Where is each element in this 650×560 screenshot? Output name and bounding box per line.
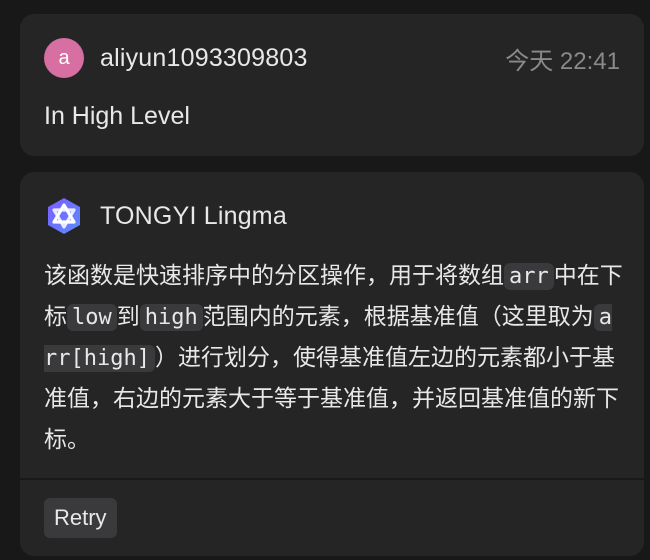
inline-code: high <box>139 304 203 331</box>
assistant-name: TONGYI Lingma <box>100 201 287 230</box>
reply-text: 到 <box>116 304 140 330</box>
chat-panel: a aliyun1093309803 今天 22:41 In High Leve… <box>0 0 650 560</box>
message-actions-bar: Retry <box>20 478 644 556</box>
retry-button[interactable]: Retry <box>44 498 117 538</box>
user-message-text: In High Level <box>44 102 190 130</box>
assistant-message-header: TONGYI Lingma <box>44 196 620 236</box>
user-message-card: a aliyun1093309803 今天 22:41 In High Leve… <box>20 14 644 156</box>
inline-code: arr <box>504 263 554 290</box>
inline-code: low <box>67 304 117 331</box>
reply-text: 范围内的元素，根据基准值（这里取为 <box>202 304 594 330</box>
reply-text: 该函数是快速排序中的分区操作，用于将数组 <box>44 263 504 289</box>
assistant-message-card: TONGYI Lingma 该函数是快速排序中的分区操作，用于将数组 arr 中在下… <box>20 172 644 556</box>
username: aliyun1093309803 <box>100 43 308 72</box>
message-timestamp: 今天 22:41 <box>505 47 620 75</box>
assistant-reply-text: 该函数是快速排序中的分区操作，用于将数组 arr 中在下标 low 到 high 范围内的元… <box>44 256 624 461</box>
user-message-header: a aliyun1093309803 今天 22:41 <box>44 38 620 78</box>
user-avatar: a <box>44 38 84 78</box>
tongyi-lingma-logo-icon <box>44 196 84 236</box>
avatar-letter: a <box>58 46 70 69</box>
